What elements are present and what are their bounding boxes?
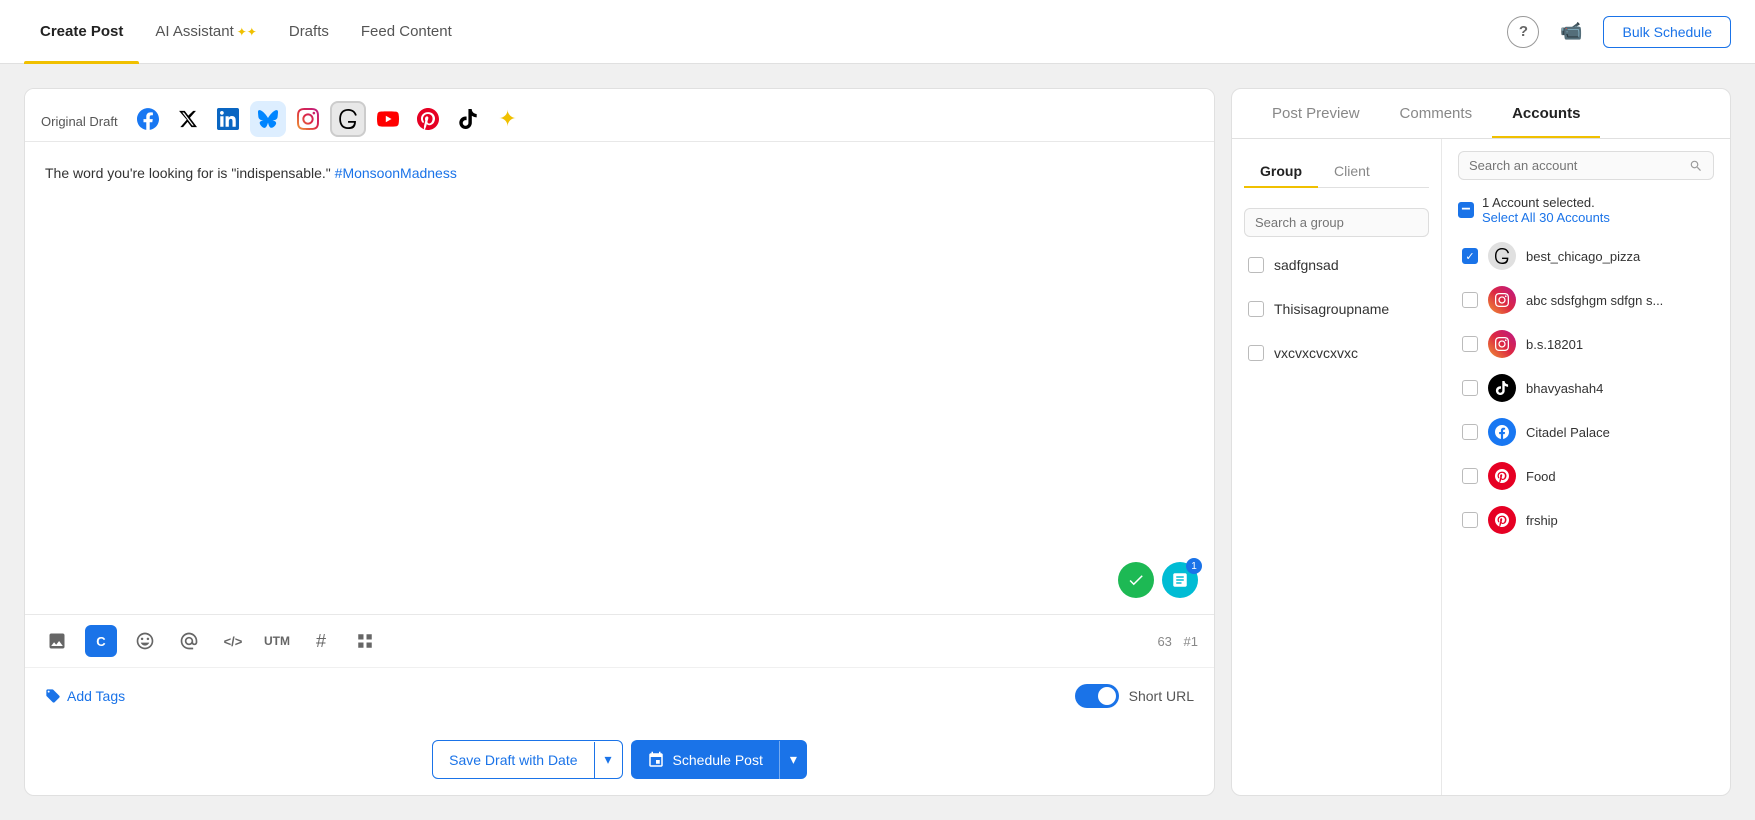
search-account-icon bbox=[1689, 159, 1703, 173]
ai-star-icon: ✦✦ bbox=[237, 25, 257, 39]
group-client-tabs: Group Client bbox=[1244, 155, 1429, 188]
ai-enhance-button[interactable]: 1 bbox=[1162, 562, 1198, 598]
accounts-panel-content: Group Client sadfgnsad Thisisagroup bbox=[1232, 139, 1730, 795]
hashtag-button[interactable]: # bbox=[305, 625, 337, 657]
platform-tab-twitter[interactable] bbox=[170, 101, 206, 137]
bulk-schedule-button[interactable]: Bulk Schedule bbox=[1603, 16, 1731, 48]
account-checkbox-abc-sdsfghgm[interactable] bbox=[1462, 292, 1478, 308]
group-item-sadfgnsad[interactable]: sadfgnsad bbox=[1244, 249, 1429, 281]
top-navigation: Create Post AI Assistant ✦✦ Drafts Feed … bbox=[0, 0, 1755, 64]
group-checkbox-thisisagroupname[interactable] bbox=[1248, 301, 1264, 317]
platform-tab-linkedin[interactable] bbox=[210, 101, 246, 137]
right-panel-tabs: Post Preview Comments Accounts bbox=[1232, 89, 1730, 139]
save-draft-button[interactable]: Save Draft with Date ▾ bbox=[432, 740, 622, 779]
media-button[interactable] bbox=[41, 625, 73, 657]
account-avatar-food bbox=[1488, 462, 1516, 490]
schedule-post-button[interactable]: Schedule Post ▾ bbox=[631, 740, 807, 779]
account-checkbox-citadel-palace[interactable] bbox=[1462, 424, 1478, 440]
utm-button[interactable]: UTM bbox=[261, 625, 293, 657]
account-avatar-bhavyashah4 bbox=[1488, 374, 1516, 402]
main-container: Original Draft bbox=[0, 64, 1755, 820]
tab-create-post[interactable]: Create Post bbox=[24, 0, 139, 64]
account-checkbox-bhavyashah4[interactable] bbox=[1462, 380, 1478, 396]
account-item-best-chicago-pizza[interactable]: ✓ best_chicago_pizza bbox=[1458, 235, 1714, 277]
emoji-button[interactable] bbox=[129, 625, 161, 657]
platform-tab-facebook[interactable] bbox=[130, 101, 166, 137]
platform-tab-tiktok[interactable] bbox=[450, 101, 486, 137]
search-account-field[interactable] bbox=[1458, 151, 1714, 180]
tab-ai-assistant[interactable]: AI Assistant ✦✦ bbox=[139, 0, 272, 64]
platform-tab-instagram[interactable] bbox=[290, 101, 326, 137]
textarea-overlays: 1 bbox=[1118, 562, 1198, 598]
code-button[interactable]: </> bbox=[217, 625, 249, 657]
video-icon[interactable]: 📹 bbox=[1555, 16, 1587, 48]
tab-group[interactable]: Group bbox=[1244, 155, 1318, 187]
search-account-input[interactable] bbox=[1469, 158, 1681, 173]
post-toolbar: C </> UTM # 63 #1 bbox=[25, 614, 1214, 667]
bottom-buttons: Save Draft with Date ▾ Schedule Post ▾ bbox=[25, 724, 1214, 795]
account-item-abc-sdsfghgm[interactable]: abc sdsfghgm sdfgn s... bbox=[1458, 279, 1714, 321]
account-avatar-best-chicago-pizza bbox=[1488, 242, 1516, 270]
save-draft-dropdown-arrow[interactable]: ▾ bbox=[595, 741, 622, 778]
account-item-frship[interactable]: frship bbox=[1458, 499, 1714, 541]
account-checkbox-bs18201[interactable] bbox=[1462, 336, 1478, 352]
select-all-checkbox[interactable]: − bbox=[1458, 202, 1474, 218]
schedule-post-dropdown-arrow[interactable]: ▾ bbox=[780, 741, 807, 778]
account-checkbox-food[interactable] bbox=[1462, 468, 1478, 484]
grammar-check-button[interactable] bbox=[1118, 562, 1154, 598]
save-draft-main-label: Save Draft with Date bbox=[433, 742, 594, 778]
account-avatar-abc-sdsfghgm bbox=[1488, 286, 1516, 314]
tab-post-preview[interactable]: Post Preview bbox=[1252, 89, 1380, 138]
tab-client[interactable]: Client bbox=[1318, 155, 1386, 187]
mention-button[interactable] bbox=[173, 625, 205, 657]
group-item-thisisagroupname[interactable]: Thisisagroupname bbox=[1244, 293, 1429, 325]
content-button[interactable]: C bbox=[85, 625, 117, 657]
account-item-bs18201[interactable]: b.s.18201 bbox=[1458, 323, 1714, 365]
account-avatar-citadel-palace bbox=[1488, 418, 1516, 446]
schedule-post-main: Schedule Post bbox=[631, 741, 780, 779]
account-avatar-frship bbox=[1488, 506, 1516, 534]
accounts-column: − 1 Account selected. Select All 30 Acco… bbox=[1442, 139, 1730, 795]
search-group-field[interactable] bbox=[1244, 208, 1429, 237]
help-button[interactable]: ? bbox=[1507, 16, 1539, 48]
account-item-food[interactable]: Food bbox=[1458, 455, 1714, 497]
tab-comments[interactable]: Comments bbox=[1380, 89, 1493, 138]
toggle-knob bbox=[1098, 687, 1116, 705]
group-column: Group Client sadfgnsad Thisisagroup bbox=[1232, 139, 1442, 795]
right-panel: Post Preview Comments Accounts Group Cli… bbox=[1231, 88, 1731, 796]
tab-feed-content[interactable]: Feed Content bbox=[345, 0, 468, 64]
account-checkbox-best-chicago-pizza[interactable]: ✓ bbox=[1462, 248, 1478, 264]
platform-tabs: Original Draft bbox=[25, 89, 1214, 142]
account-item-bhavyashah4[interactable]: bhavyashah4 bbox=[1458, 367, 1714, 409]
notification-badge: 1 bbox=[1186, 558, 1202, 574]
tab-drafts[interactable]: Drafts bbox=[273, 0, 345, 64]
select-all-row: − 1 Account selected. Select All 30 Acco… bbox=[1458, 190, 1714, 233]
add-tags-button[interactable]: Add Tags bbox=[45, 688, 125, 704]
platform-tab-bluesky[interactable] bbox=[250, 101, 286, 137]
account-selection-info: 1 Account selected. Select All 30 Accoun… bbox=[1482, 194, 1610, 225]
platform-tab-ai[interactable]: ✦ bbox=[490, 101, 526, 137]
nav-tabs: Create Post AI Assistant ✦✦ Drafts Feed … bbox=[24, 0, 1507, 64]
short-url-switch[interactable] bbox=[1075, 684, 1119, 708]
char-count: 63 #1 bbox=[1157, 634, 1198, 649]
group-checkbox-sadfgnsad[interactable] bbox=[1248, 257, 1264, 273]
account-item-citadel-palace[interactable]: Citadel Palace bbox=[1458, 411, 1714, 453]
original-draft-label: Original Draft bbox=[41, 114, 118, 129]
group-checkbox-vxcvxcvcxvxc[interactable] bbox=[1248, 345, 1264, 361]
account-avatar-bs18201 bbox=[1488, 330, 1516, 358]
platform-tab-threads[interactable] bbox=[330, 101, 366, 137]
grid-button[interactable] bbox=[349, 625, 381, 657]
search-group-input[interactable] bbox=[1255, 215, 1431, 230]
post-content-area: The word you're looking for is "indispen… bbox=[25, 142, 1214, 614]
group-item-vxcvxcvcxvxc[interactable]: vxcvxcvcxvxc bbox=[1244, 337, 1429, 369]
post-actions: Add Tags Short URL bbox=[25, 667, 1214, 724]
post-editor-panel: Original Draft bbox=[24, 88, 1215, 796]
short-url-toggle: Short URL bbox=[1075, 684, 1194, 708]
tab-accounts[interactable]: Accounts bbox=[1492, 89, 1600, 138]
platform-tab-youtube[interactable] bbox=[370, 101, 406, 137]
nav-right-actions: ? 📹 Bulk Schedule bbox=[1507, 16, 1731, 48]
platform-tab-pinterest[interactable] bbox=[410, 101, 446, 137]
select-all-link[interactable]: Select All 30 Accounts bbox=[1482, 210, 1610, 225]
account-checkbox-frship[interactable] bbox=[1462, 512, 1478, 528]
